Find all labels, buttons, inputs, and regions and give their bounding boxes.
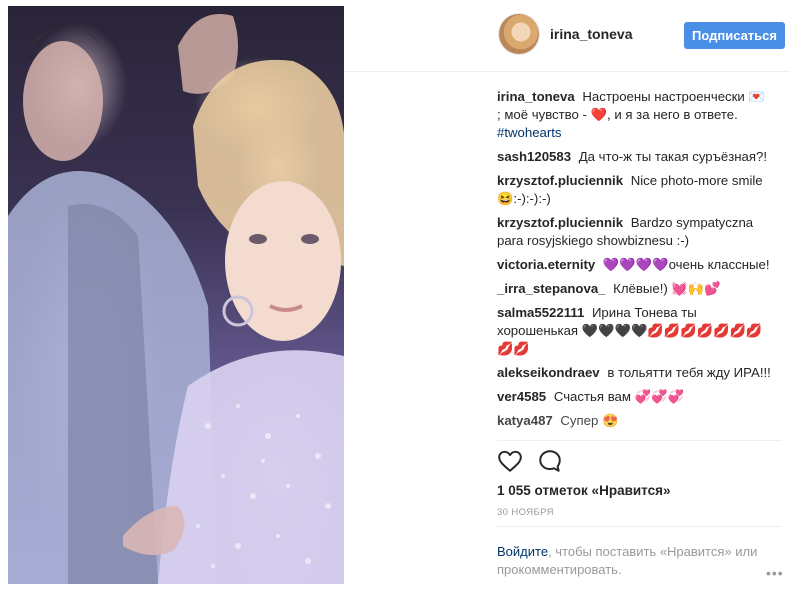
list-item: krzysztof.pluciennik Nice photo-more smi…	[497, 172, 772, 208]
list-item: sash120583 Да что-ж ты такая суръёзная?!	[497, 148, 772, 166]
comment-username[interactable]: _irra_stepanova_	[497, 281, 606, 296]
comment-text: Супер 😍	[560, 413, 619, 428]
list-item: alekseikondraev в тольятти тебя жду ИРА!…	[497, 364, 772, 382]
list-item: victoria.eternity 💜💜💜💜очень классные!	[497, 256, 772, 274]
comment-username[interactable]: sash120583	[497, 149, 571, 164]
comment-username[interactable]: salma5522111	[497, 305, 584, 320]
avatar[interactable]	[499, 14, 539, 54]
comment-username[interactable]: katya487	[497, 413, 553, 428]
comment-text: Счастья вам 💞💞💞	[553, 389, 684, 404]
comment-username[interactable]: krzysztof.pluciennik	[497, 215, 623, 230]
photo-illustration	[8, 14, 344, 584]
comment-text: Клёвые!) 💓🙌💕	[613, 281, 721, 296]
comment-text: Да что-ж ты такая суръёзная?!	[578, 149, 768, 164]
list-item: salma5522111 Ирина Тонева ты хорошенькая…	[497, 304, 772, 358]
login-link[interactable]: Войдите	[497, 544, 548, 559]
heart-outline-icon[interactable]	[497, 448, 523, 474]
login-prompt: Войдите, чтобы поставить «Нравится» или …	[497, 543, 767, 579]
comment-username[interactable]: alekseikondraev	[497, 365, 600, 380]
comment-text: 💜💜💜💜очень классные!	[602, 257, 770, 272]
more-options-button[interactable]: •••	[766, 565, 784, 581]
caption-username[interactable]: irina_toneva	[497, 89, 575, 104]
speech-bubble-icon[interactable]	[537, 448, 563, 474]
likes-count[interactable]: 1 055 отметок «Нравится»	[497, 483, 671, 498]
list-item: _irra_stepanova_ Клёвые!) 💓🙌💕	[497, 280, 772, 298]
post-photo[interactable]	[8, 6, 344, 584]
follow-button[interactable]: Подписаться	[684, 22, 785, 49]
list-item: ver4585 Счастья вам 💞💞💞	[497, 388, 772, 406]
caption: irina_toneva Настроены настроенчески 💌 ;…	[497, 88, 772, 142]
comment-username[interactable]: victoria.eternity	[497, 257, 595, 272]
hashtag-link[interactable]: #twohearts	[497, 124, 772, 142]
header-username[interactable]: irina_toneva	[550, 26, 632, 42]
comment-username[interactable]: krzysztof.pluciennik	[497, 173, 623, 188]
list-item: krzysztof.pluciennik Bardzo sympatyczna …	[497, 214, 772, 250]
comment-text: в тольятти тебя жду ИРА!!!	[607, 365, 771, 380]
post-header: irina_toneva Подписаться	[344, 0, 790, 72]
post-date: 30 НОЯБРЯ	[497, 507, 554, 518]
list-item: katya487 Супер 😍	[497, 412, 772, 430]
comment-username[interactable]: ver4585	[497, 389, 546, 404]
divider	[497, 440, 782, 441]
divider	[497, 526, 782, 527]
comments-list[interactable]: irina_toneva Настроены настроенчески 💌 ;…	[497, 88, 772, 440]
